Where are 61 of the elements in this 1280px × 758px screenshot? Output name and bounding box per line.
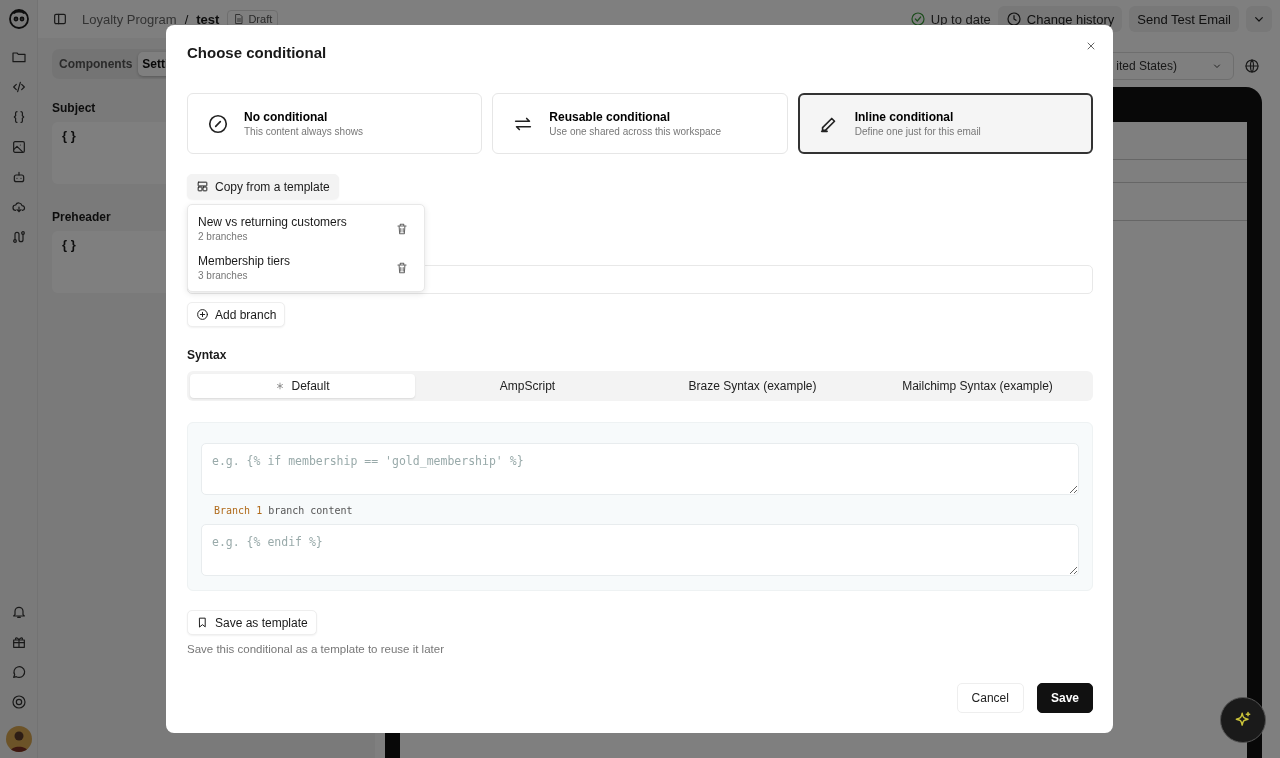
page-title: test [196, 11, 220, 27]
layout-icon [196, 180, 209, 193]
section-label: Syntax [187, 348, 227, 362]
option-title: Reusable conditional [549, 110, 671, 124]
cancel-button[interactable]: Cancel [956, 683, 1024, 713]
add-branch-button[interactable]: Add branch [187, 302, 286, 327]
option-card[interactable]: Reusable conditional Use one shared across this workspace [492, 93, 788, 154]
cloud-download-icon [10, 199, 27, 215]
trash-icon [395, 260, 409, 275]
code-input[interactable]: e.g. {% if membership == 'gold_membership' %} [201, 443, 1079, 495]
gift-icon [10, 634, 27, 650]
field-label: Preheader [52, 210, 111, 224]
hint-text: Save this conditional as a template to reuse it later [187, 643, 444, 655]
sync-status: Up to date [930, 11, 991, 27]
check-circle-icon [909, 11, 926, 27]
code-icon [10, 79, 27, 95]
option-card[interactable]: Inline conditional Define one just for this email [797, 93, 1093, 154]
branch-count: 3 branches [198, 270, 249, 281]
folder-icon [10, 49, 27, 65]
option-title: Inline conditional [854, 110, 955, 124]
option-description: This content always shows [244, 126, 363, 137]
save-template-button[interactable]: Save as template [187, 610, 317, 635]
template-name: Membership tiers [198, 254, 291, 268]
clock-icon [1005, 11, 1022, 27]
trash-icon [395, 221, 409, 236]
syntax-tab[interactable]: AmpScript [415, 374, 640, 398]
template-name: New vs returning customers [198, 215, 347, 229]
chat-icon [10, 664, 27, 680]
copy-template-button[interactable]: Copy from a template [187, 174, 339, 199]
option-card[interactable]: No conditional This content always shows [187, 93, 483, 154]
branch-note: branch content [268, 505, 353, 516]
template-item[interactable]: Membership tiers 3 branches [188, 248, 424, 287]
slash-circle-icon [207, 112, 229, 135]
asterisk-icon [275, 381, 286, 391]
route-icon [10, 229, 27, 245]
image-icon [10, 139, 27, 155]
close-icon [1085, 40, 1097, 52]
option-title: No conditional [244, 110, 329, 124]
field-label: Subject [52, 101, 96, 115]
branch-name: Branch 1 [214, 505, 263, 516]
send-test-email-button[interactable]: Send Test Email [1129, 6, 1239, 32]
syntax-tab[interactable]: Mailchimp Syntax (example) [865, 374, 1090, 398]
sidebar-icon [52, 11, 68, 27]
breadcrumb-separator: / [184, 11, 189, 27]
option-description: Use one shared across this workspace [549, 126, 722, 137]
option-description: Define one just for this email [854, 126, 981, 137]
bookmark-icon [196, 616, 209, 629]
branch-count: 2 branches [198, 231, 249, 242]
dialog-title: Choose conditional [187, 43, 327, 62]
globe-icon [1244, 58, 1260, 74]
bell-icon [10, 604, 27, 620]
syntax-tab[interactable]: Default [190, 374, 415, 398]
template-item[interactable]: New vs returning customers 2 branches [188, 209, 424, 248]
document-icon [233, 13, 246, 25]
save-button[interactable]: Save [1036, 683, 1093, 713]
code-input[interactable]: e.g. {% endif %} [201, 524, 1079, 576]
avatar[interactable] [5, 726, 32, 752]
help-icon [10, 694, 27, 710]
plus-circle-icon [196, 308, 209, 321]
language-button[interactable] [1242, 56, 1262, 76]
syntax-tab[interactable]: Braze Syntax (example) [640, 374, 865, 398]
